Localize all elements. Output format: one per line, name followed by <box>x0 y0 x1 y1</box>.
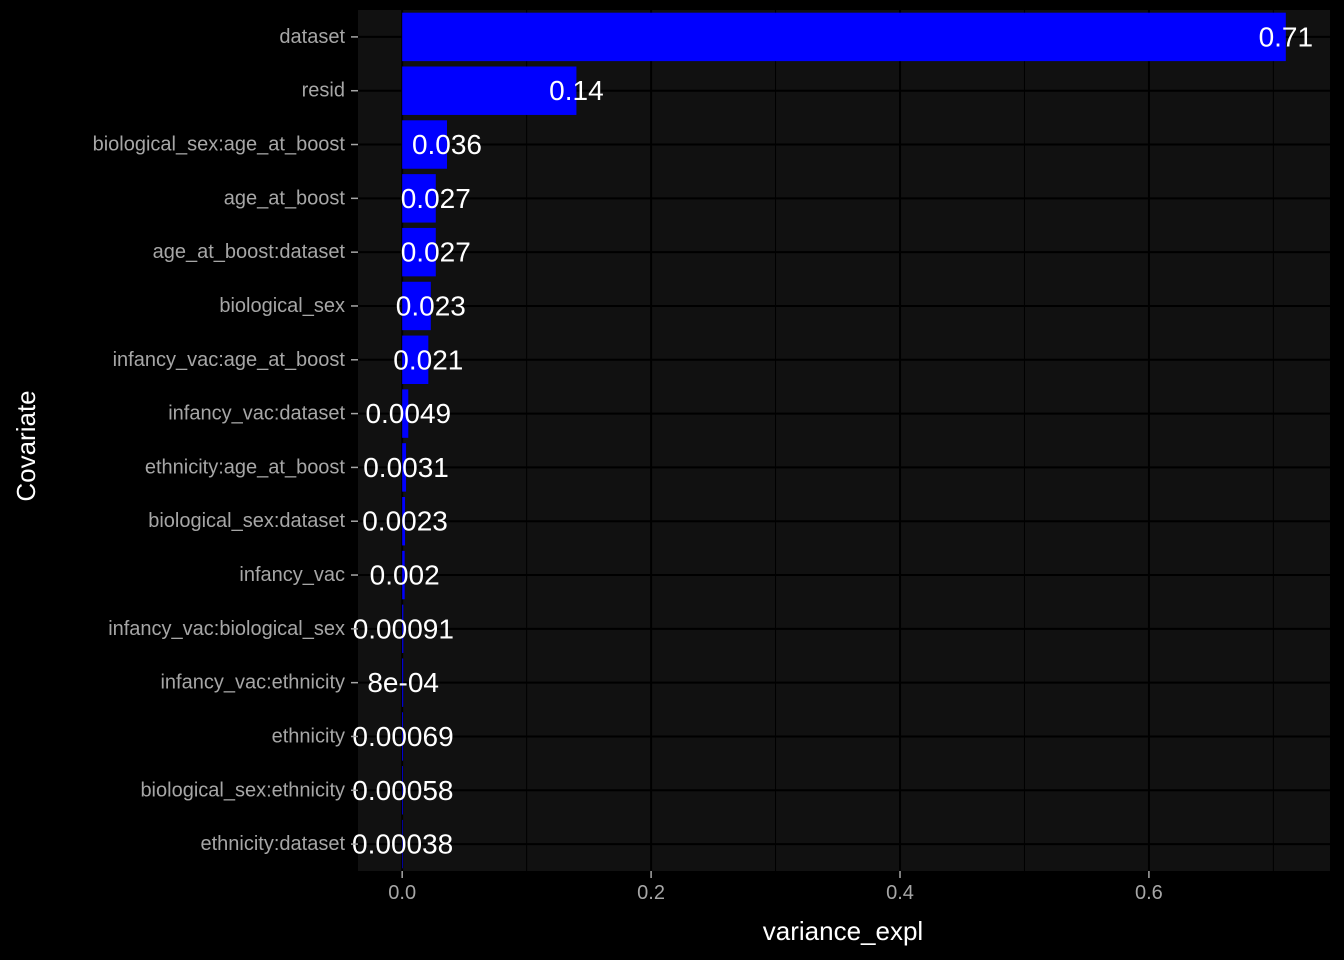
variance-chart: 0.71 0.14 0.036 0.027 0.027 0.023 0.021 0.0049 0… <box>0 0 1344 960</box>
bar-value-label: 0.0049 <box>365 398 451 429</box>
x-axis-title: variance_expl <box>763 916 923 946</box>
y-tick-label: age_at_boost:dataset <box>153 241 346 263</box>
bar-value-label: 0.002 <box>370 560 440 591</box>
bar-value-label: 0.0023 <box>362 506 448 537</box>
y-tick-label: biological_sex:dataset <box>148 510 345 532</box>
y-tick-label: biological_sex:age_at_boost <box>93 134 346 156</box>
bar-value-label: 0.0031 <box>363 452 449 483</box>
bar-value-label: 0.036 <box>412 129 482 160</box>
y-tick-label: infancy_vac:age_at_boost <box>113 349 346 371</box>
bar-value-label: 0.71 <box>1259 21 1314 52</box>
bar <box>402 12 1286 62</box>
y-tick-label: infancy_vac <box>239 564 345 586</box>
bar-value-label: 0.00058 <box>352 775 453 806</box>
bar-value-label: 0.027 <box>401 237 471 268</box>
x-tick-label: 0.6 <box>1135 882 1163 904</box>
y-tick-label: ethnicity:dataset <box>200 833 345 855</box>
y-tick-label: age_at_boost <box>224 187 346 209</box>
bar-value-label: 0.027 <box>401 183 471 214</box>
y-tick-label: resid <box>302 80 345 102</box>
bar-value-label: 8e-04 <box>367 667 439 698</box>
y-axis-title: Covariate <box>11 390 41 501</box>
y-tick-label: ethnicity:age_at_boost <box>145 456 346 478</box>
y-tick-label: infancy_vac:biological_sex <box>108 618 345 640</box>
bar-value-label: 0.023 <box>396 290 466 321</box>
bar-value-label: 0.00069 <box>352 721 453 752</box>
x-tick-label: 0.4 <box>886 882 914 904</box>
y-tick-label: ethnicity <box>272 725 345 747</box>
plot-panel <box>358 10 1330 871</box>
y-tick-label: infancy_vac:dataset <box>168 403 345 425</box>
bar-value-label: 0.00091 <box>353 613 454 644</box>
y-tick-label: dataset <box>279 26 345 48</box>
x-tick-label: 0.2 <box>637 882 665 904</box>
x-tick-label: 0.0 <box>388 882 416 904</box>
y-tick-label: infancy_vac:ethnicity <box>160 672 345 694</box>
y-tick-label: biological_sex <box>219 295 345 317</box>
bar-value-label: 0.021 <box>393 344 463 375</box>
y-tick-label: biological_sex:ethnicity <box>140 779 345 801</box>
bar-value-label: 0.00038 <box>352 829 453 860</box>
bar-value-label: 0.14 <box>549 75 604 106</box>
